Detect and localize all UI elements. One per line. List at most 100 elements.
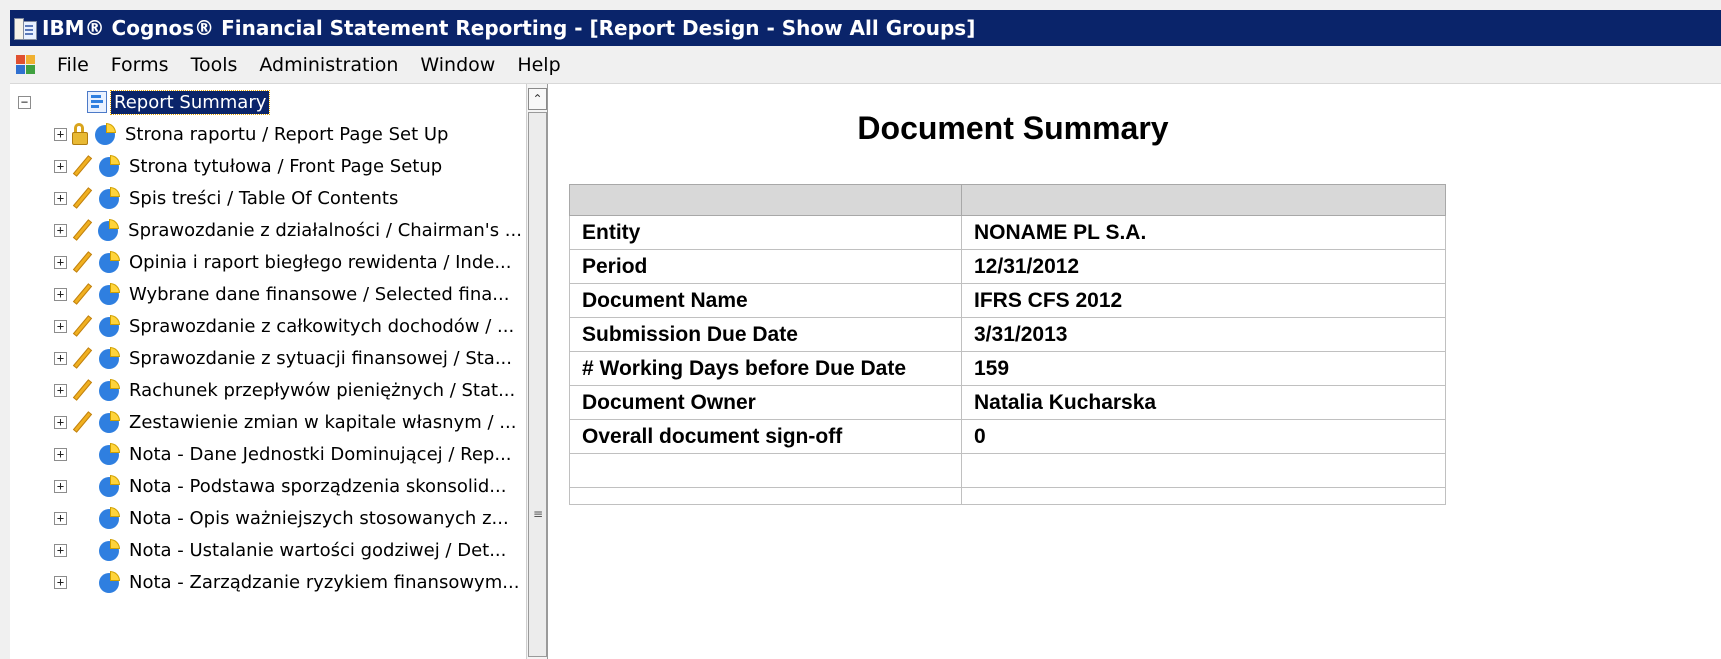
tree-item-label: Sprawozdanie z działalności / Chairman's… [128, 219, 522, 241]
system-menu-icon[interactable] [16, 54, 36, 75]
pencil-icon [71, 347, 93, 369]
table-row: Overall document sign-off 0 [569, 419, 1446, 454]
menu-window[interactable]: Window [409, 54, 506, 76]
tree-item-label: Rachunek przepływów pieniężnych / Stat..… [129, 379, 516, 401]
tree-item-label: Sprawozdanie z całkowitych dochodów / ..… [129, 315, 515, 337]
menu-administration[interactable]: Administration [248, 54, 409, 76]
summary-label: Document Name [569, 283, 962, 318]
summary-value: 0 [961, 419, 1446, 454]
expand-icon[interactable]: + [54, 159, 67, 173]
pie-chart-icon [99, 539, 121, 561]
table-row: Period 12/31/2012 [569, 249, 1446, 284]
expand-icon[interactable]: + [54, 319, 67, 333]
tree-item-label: Zestawienie zmian w kapitale własnym / .… [129, 411, 517, 433]
pencil-icon [71, 283, 93, 305]
summary-label: # Working Days before Due Date [569, 351, 962, 386]
tree-item[interactable]: + Opinia i raport biegłego rewidenta / In… [10, 246, 522, 278]
expand-icon[interactable]: + [54, 287, 67, 301]
tree-item-label: Strona tytułowa / Front Page Setup [129, 155, 443, 177]
summary-value: 159 [961, 351, 1446, 386]
tree-scrollbar[interactable]: ⌃ ≡ [526, 84, 547, 659]
tree-item[interactable]: + Nota - Podstawa sporządzenia skonsolid.… [10, 470, 522, 502]
pie-chart-icon [99, 475, 121, 497]
menu-bar: File Forms Tools Administration Window H… [10, 46, 1721, 84]
expand-icon[interactable]: + [54, 543, 67, 557]
pie-chart-icon [99, 507, 121, 529]
tree-item-label: Strona raportu / Report Page Set Up [125, 123, 449, 145]
pie-chart-icon [99, 379, 121, 401]
tree-item[interactable]: + Nota - Ustalanie wartości godziwej / De… [10, 534, 522, 566]
tree-root-row[interactable]: − Report Summary [10, 86, 522, 118]
collapse-icon[interactable]: − [18, 95, 31, 109]
summary-value: IFRS CFS 2012 [961, 283, 1446, 318]
table-row-empty [569, 487, 1446, 505]
document-summary-title: Document Summary [857, 110, 1169, 146]
tree-item-label: Opinia i raport biegłego rewidenta / Ind… [129, 251, 512, 273]
menu-tools[interactable]: Tools [180, 54, 249, 76]
report-tree[interactable]: − Report Summary + Strona raportu / Repor… [10, 84, 548, 659]
table-row: Document Owner Natalia Kucharska [569, 385, 1446, 420]
tree-item[interactable]: + Strona tytułowa / Front Page Setup [10, 150, 522, 182]
summary-value: 3/31/2013 [961, 317, 1446, 352]
tree-item[interactable]: + Zestawienie zmian w kapitale własnym / … [10, 406, 522, 438]
app-icon [14, 16, 37, 40]
pie-chart-icon [99, 251, 121, 273]
tree-item-label: Nota - Opis ważniejszych stosowanych z..… [129, 507, 509, 529]
tree-item-label: Nota - Ustalanie wartości godziwej / Det… [129, 539, 507, 561]
summary-label: Entity [569, 215, 962, 250]
tree-item[interactable]: + Nota - Zarządzanie ryzykiem finansowym.… [10, 566, 522, 598]
expand-icon[interactable]: + [54, 351, 67, 365]
tree-item[interactable]: + Nota - Opis ważniejszych stosowanych z.… [10, 502, 522, 534]
expand-icon[interactable]: + [54, 255, 67, 269]
pie-chart-icon [98, 219, 120, 241]
tree-item[interactable]: + Sprawozdanie z całkowitych dochodów / .… [10, 310, 522, 342]
tree-item-label: Nota - Zarządzanie ryzykiem finansowym..… [129, 571, 520, 593]
expand-icon[interactable]: + [54, 511, 67, 525]
pie-chart-icon [99, 187, 121, 209]
summary-label: Period [569, 249, 962, 284]
expand-icon[interactable]: + [54, 415, 67, 429]
scroll-thumb[interactable]: ≡ [528, 112, 547, 657]
summary-value: 12/31/2012 [961, 249, 1446, 284]
expand-icon[interactable]: + [54, 479, 67, 493]
expand-icon[interactable]: + [54, 191, 67, 205]
window-title: IBM® Cognos® Financial Statement Reporti… [42, 16, 976, 40]
summary-label: Overall document sign-off [569, 419, 962, 454]
pie-chart-icon [99, 315, 121, 337]
menu-help[interactable]: Help [506, 54, 571, 76]
tree-item[interactable]: + Sprawozdanie z działalności / Chairman'… [10, 214, 522, 246]
expand-icon[interactable]: + [54, 383, 67, 397]
menu-file[interactable]: File [46, 54, 100, 76]
tree-item[interactable]: + Spis treści / Table Of Contents [10, 182, 522, 214]
table-row: Document Name IFRS CFS 2012 [569, 283, 1446, 318]
expand-icon[interactable]: + [54, 575, 67, 589]
tree-item-label: Nota - Dane Jednostki Dominującej / Rep.… [129, 443, 512, 465]
table-header-row [569, 184, 1446, 216]
scroll-grip-icon: ≡ [533, 507, 544, 521]
tree-item-label: Spis treści / Table Of Contents [129, 187, 399, 209]
pie-chart-icon [99, 571, 121, 593]
expand-icon[interactable]: + [54, 223, 67, 237]
expand-icon[interactable]: + [54, 447, 67, 461]
tree-item[interactable]: + Wybrane dane finansowe / Selected fina.… [10, 278, 522, 310]
tree-root-label[interactable]: Report Summary [109, 89, 271, 115]
table-row: Submission Due Date 3/31/2013 [569, 317, 1446, 352]
tree-item[interactable]: + Strona raportu / Report Page Set Up [10, 118, 522, 150]
tree-item[interactable]: + Nota - Dane Jednostki Dominującej / Rep… [10, 438, 522, 470]
tree-item[interactable]: + Sprawozdanie z sytuacji finansowej / St… [10, 342, 522, 374]
pie-chart-icon [99, 283, 121, 305]
pencil-icon [71, 411, 93, 433]
pie-chart-icon [99, 443, 121, 465]
expand-icon[interactable]: + [54, 127, 67, 141]
pencil-icon [71, 219, 93, 241]
scroll-up-button[interactable]: ⌃ [528, 88, 547, 110]
pie-chart-icon [99, 155, 121, 177]
table-row: Entity NONAME PL S.A. [569, 215, 1446, 250]
tree-item-label: Wybrane dane finansowe / Selected fina..… [129, 283, 510, 305]
pencil-icon [71, 315, 93, 337]
tree-item[interactable]: + Rachunek przepływów pieniężnych / Stat.… [10, 374, 522, 406]
menu-forms[interactable]: Forms [100, 54, 180, 76]
summary-label: Submission Due Date [569, 317, 962, 352]
table-row-empty [569, 453, 1446, 488]
tree-item-label: Nota - Podstawa sporządzenia skonsolid..… [129, 475, 507, 497]
